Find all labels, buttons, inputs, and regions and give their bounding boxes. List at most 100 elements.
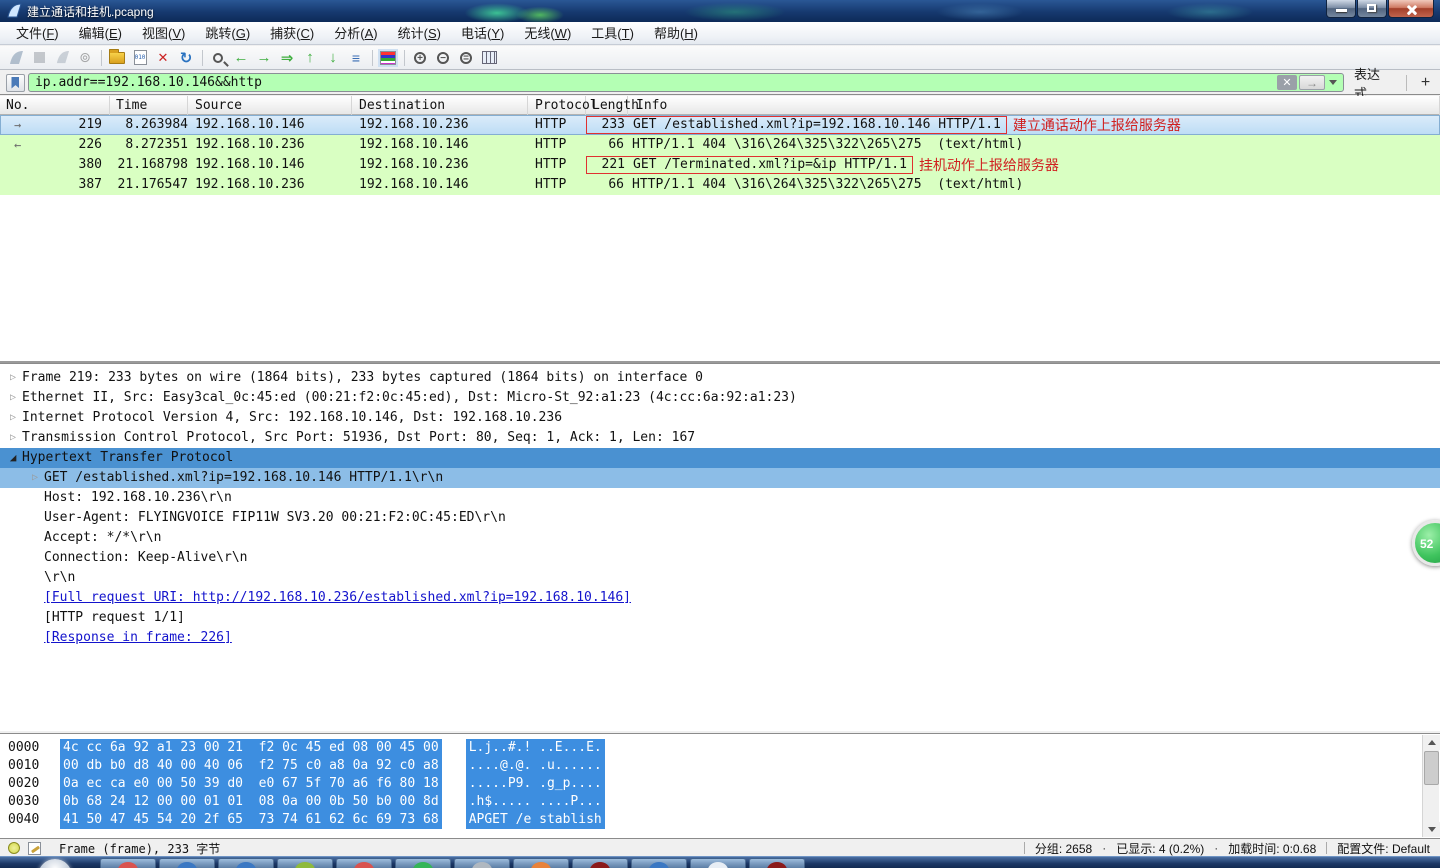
packet-list-header[interactable]: No. Time Source Destination Protocol Len… — [0, 96, 1440, 115]
column-header-source[interactable]: Source — [188, 96, 352, 115]
taskbar-app-button[interactable] — [513, 858, 569, 868]
windows-taskbar[interactable] — [0, 856, 1440, 868]
menu-item-s[interactable]: 统计(S) — [388, 21, 451, 45]
column-header-no[interactable]: No. — [0, 96, 110, 115]
hex-scrollbar[interactable] — [1422, 735, 1439, 837]
save-file-icon[interactable]: 010 — [129, 48, 151, 68]
reload-file-icon[interactable]: ↻ — [175, 48, 197, 68]
colorize-packets-icon[interactable] — [377, 48, 399, 68]
detail-line[interactable]: ▷Ethernet II, Src: Easy3cal_0c:45:ed (00… — [0, 388, 1440, 408]
hex-row[interactable]: 00004c cc 6a 92 a1 23 00 21 f2 0c 45 ed … — [0, 739, 1440, 757]
packet-row[interactable]: 38721.176547192.168.10.236192.168.10.146… — [0, 175, 1440, 195]
zoom-reset-icon[interactable]: = — [455, 48, 477, 68]
detail-line[interactable]: ▷Frame 219: 233 bytes on wire (1864 bits… — [0, 368, 1440, 388]
filter-clear-button[interactable]: ✕ — [1277, 75, 1297, 90]
expander-collapsed-icon[interactable]: ▷ — [6, 368, 20, 388]
hex-row[interactable]: 00300b 68 24 12 00 00 01 01 08 0a 00 0b … — [0, 793, 1440, 811]
hex-row[interactable]: 004041 50 47 45 54 20 2f 65 73 74 61 62 … — [0, 811, 1440, 829]
expander-collapsed-icon[interactable]: ▷ — [6, 428, 20, 448]
taskbar-app-button[interactable] — [749, 858, 805, 868]
status-profile[interactable]: 配置文件: Default — [1331, 840, 1440, 857]
filter-apply-button[interactable]: → — [1299, 75, 1325, 90]
scroll-down-icon[interactable] — [1423, 822, 1440, 837]
menu-item-v[interactable]: 视图(V) — [132, 21, 195, 45]
menu-item-w[interactable]: 无线(W) — [514, 21, 581, 45]
packet-row[interactable]: ←2268.272351192.168.10.236192.168.10.146… — [0, 135, 1440, 155]
menu-item-f[interactable]: 文件(F) — [6, 21, 69, 45]
scroll-up-icon[interactable] — [1423, 735, 1440, 750]
go-forward-icon[interactable]: → — [253, 48, 275, 68]
menu-item-g[interactable]: 跳转(G) — [195, 21, 260, 45]
detail-line[interactable]: User-Agent: FLYINGVOICE FIP11W SV3.20 00… — [0, 508, 1440, 528]
display-filter-input[interactable] — [29, 74, 1277, 91]
start-orb-icon[interactable] — [38, 859, 72, 868]
resize-columns-icon[interactable] — [478, 48, 500, 68]
auto-scroll-icon[interactable]: ≡ — [345, 48, 367, 68]
detail-line[interactable]: Connection: Keep-Alive\r\n — [0, 548, 1440, 568]
filter-history-caret-icon[interactable] — [1329, 80, 1337, 85]
menu-item-c[interactable]: 捕获(C) — [260, 21, 324, 45]
detail-line[interactable]: Accept: */*\r\n — [0, 528, 1440, 548]
capture-options-icon[interactable]: ⊚ — [74, 48, 96, 68]
packet-row[interactable]: →2198.263984192.168.10.146192.168.10.236… — [0, 115, 1440, 135]
minimize-button[interactable] — [1326, 0, 1356, 18]
menu-item-t[interactable]: 工具(T) — [581, 21, 644, 45]
expander-collapsed-icon[interactable]: ▷ — [6, 408, 20, 428]
menu-item-e[interactable]: 编辑(E) — [69, 21, 132, 45]
filter-bookmark-button[interactable] — [6, 74, 25, 92]
expander-collapsed-icon[interactable]: ▷ — [6, 388, 20, 408]
stop-capture-icon[interactable] — [28, 48, 50, 68]
detail-line[interactable]: [Response in frame: 226] — [0, 628, 1440, 648]
taskbar-app-button[interactable] — [218, 858, 274, 868]
menu-item-h[interactable]: 帮助(H) — [644, 21, 708, 45]
menu-item-a[interactable]: 分析(A) — [324, 21, 387, 45]
taskbar-app-button[interactable] — [572, 858, 628, 868]
close-button[interactable] — [1388, 0, 1434, 18]
restart-capture-icon[interactable] — [51, 48, 73, 68]
hex-row[interactable]: 001000 db b0 d8 40 00 40 06 f2 75 c0 a8 … — [0, 757, 1440, 775]
column-header-time[interactable]: Time — [110, 96, 188, 115]
title-bar[interactable]: 建立通话和挂机.pcapng — [0, 0, 1440, 22]
taskbar-app-button[interactable] — [277, 858, 333, 868]
zoom-out-icon[interactable]: − — [432, 48, 454, 68]
taskbar-app-button[interactable] — [100, 858, 156, 868]
detail-line[interactable]: \r\n — [0, 568, 1440, 588]
taskbar-app-button[interactable] — [454, 858, 510, 868]
hex-row[interactable]: 00200a ec ca e0 00 50 39 d0 e0 67 5f 70 … — [0, 775, 1440, 793]
taskbar-app-button[interactable] — [159, 858, 215, 868]
go-to-packet-icon[interactable]: ⇒ — [276, 48, 298, 68]
detail-line[interactable]: [Full request URI: http://192.168.10.236… — [0, 588, 1440, 608]
detail-line[interactable]: [HTTP request 1/1] — [0, 608, 1440, 628]
go-back-icon[interactable]: ← — [230, 48, 252, 68]
close-file-icon[interactable]: ✕ — [152, 48, 174, 68]
column-header-info[interactable]: Info — [628, 96, 1440, 115]
restore-button[interactable] — [1357, 0, 1387, 18]
taskbar-app-button[interactable] — [336, 858, 392, 868]
go-to-bottom-icon[interactable]: ↓ — [322, 48, 344, 68]
taskbar-app-button[interactable] — [395, 858, 451, 868]
start-capture-fin-icon[interactable] — [5, 48, 27, 68]
menu-item-y[interactable]: 电话(Y) — [451, 21, 514, 45]
column-header-length[interactable]: Length — [586, 96, 628, 115]
zoom-in-icon[interactable]: + — [409, 48, 431, 68]
expert-info-icon[interactable] — [8, 842, 20, 854]
detail-line[interactable]: Host: 192.168.10.236\r\n — [0, 488, 1440, 508]
open-file-icon[interactable] — [106, 48, 128, 68]
expander-expanded-icon[interactable]: ◢ — [6, 448, 20, 468]
packet-row[interactable]: 38021.168798192.168.10.146192.168.10.236… — [0, 155, 1440, 175]
detail-line[interactable]: ▷Internet Protocol Version 4, Src: 192.1… — [0, 408, 1440, 428]
packet-destination: 192.168.10.146 — [352, 175, 528, 195]
detail-line[interactable]: ◢Hypertext Transfer Protocol — [0, 448, 1440, 468]
detail-line[interactable]: ▷GET /established.xml?ip=192.168.10.146 … — [0, 468, 1440, 488]
taskbar-app-button[interactable] — [631, 858, 687, 868]
column-header-destination[interactable]: Destination — [352, 96, 528, 115]
scrollbar-thumb[interactable] — [1424, 751, 1439, 785]
filter-add-button[interactable]: + — [1417, 74, 1434, 92]
capture-comment-icon[interactable] — [28, 842, 41, 855]
expander-collapsed-icon[interactable]: ▷ — [28, 468, 42, 488]
taskbar-app-button[interactable] — [690, 858, 746, 868]
detail-line[interactable]: ▷Transmission Control Protocol, Src Port… — [0, 428, 1440, 448]
find-packet-icon[interactable] — [207, 48, 229, 68]
go-to-top-icon[interactable]: ↑ — [299, 48, 321, 68]
column-header-protocol[interactable]: Protocol — [528, 96, 586, 115]
